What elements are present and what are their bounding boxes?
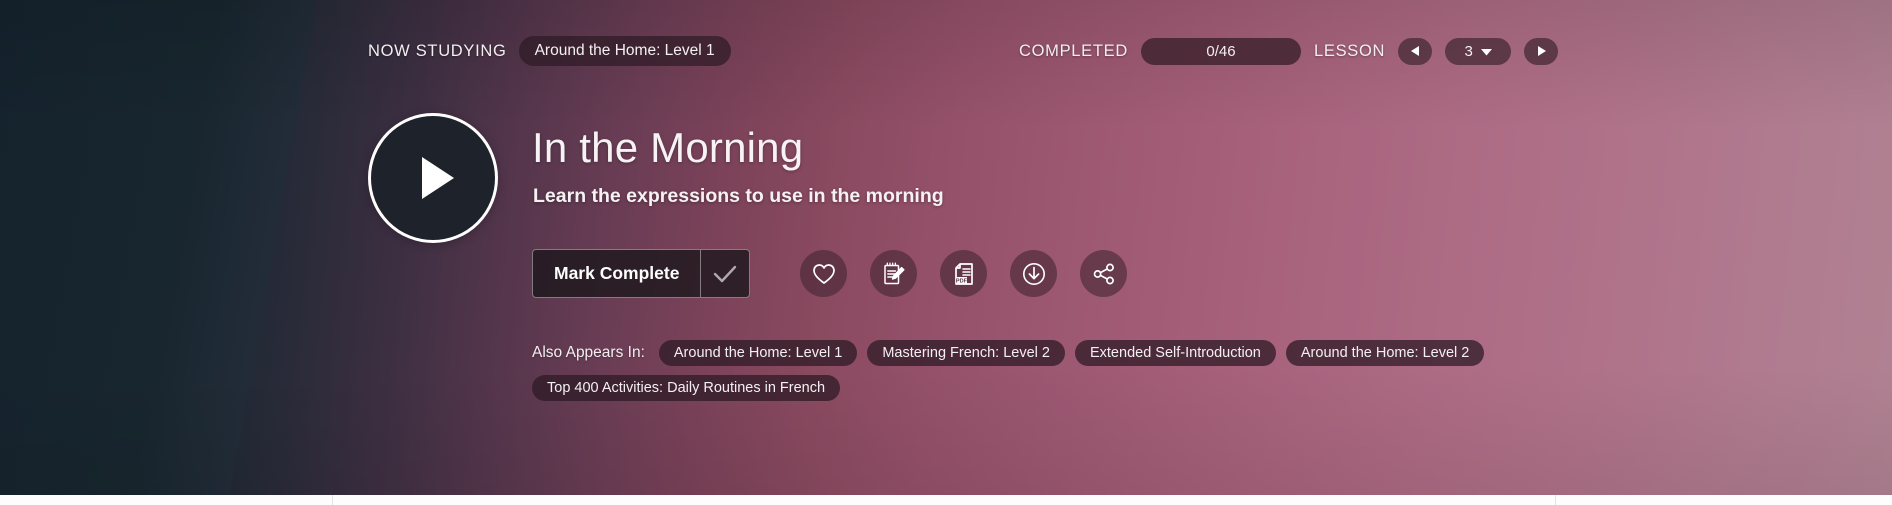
lesson-title: In the Morning — [532, 124, 804, 171]
also-appears-tag[interactable]: Extended Self-Introduction — [1074, 340, 1276, 366]
play-lesson-button[interactable] — [368, 113, 498, 243]
play-icon — [422, 157, 454, 199]
lesson-content: In the Morning Learn the expressions to … — [0, 0, 1892, 495]
share-button[interactable] — [1080, 250, 1128, 297]
column-divider-left — [332, 495, 333, 505]
also-appears-in-section: Also Appears In: Around the Home: Level … — [532, 340, 1532, 401]
share-icon — [1092, 262, 1116, 286]
checkmark-icon[interactable] — [700, 250, 749, 297]
page-body-below-hero — [0, 495, 1892, 505]
mark-complete-label: Mark Complete — [554, 263, 680, 283]
pdf-button[interactable]: PDF — [940, 250, 988, 297]
column-divider-right — [1555, 495, 1556, 505]
notes-button[interactable] — [870, 250, 918, 297]
also-appears-tag[interactable]: Around the Home: Level 1 — [658, 340, 858, 366]
download-icon — [1021, 261, 1047, 287]
mark-complete-button[interactable]: Mark Complete — [532, 249, 751, 298]
lesson-hero-screen: NOW STUDYING Around the Home: Level 1 CO… — [0, 0, 1892, 505]
action-row: Mark Complete PDF — [532, 249, 1128, 298]
also-appears-tag[interactable]: Around the Home: Level 2 — [1285, 340, 1485, 366]
also-appears-tag[interactable]: Mastering French: Level 2 — [867, 340, 1065, 366]
download-button[interactable] — [1010, 250, 1058, 297]
lesson-subtitle: Learn the expressions to use in the morn… — [533, 185, 944, 207]
hero-banner: NOW STUDYING Around the Home: Level 1 CO… — [0, 0, 1892, 495]
favorite-button[interactable] — [800, 250, 848, 297]
lesson-tool-icons: PDF — [800, 250, 1128, 297]
heart-icon — [812, 263, 836, 285]
notepad-pencil-icon — [881, 261, 907, 287]
svg-text:PDF: PDF — [956, 278, 968, 284]
also-appears-in-label: Also Appears In: — [532, 344, 645, 361]
also-appears-tag[interactable]: Top 400 Activities: Daily Routines in Fr… — [532, 375, 841, 401]
pdf-document-icon: PDF — [951, 261, 977, 287]
